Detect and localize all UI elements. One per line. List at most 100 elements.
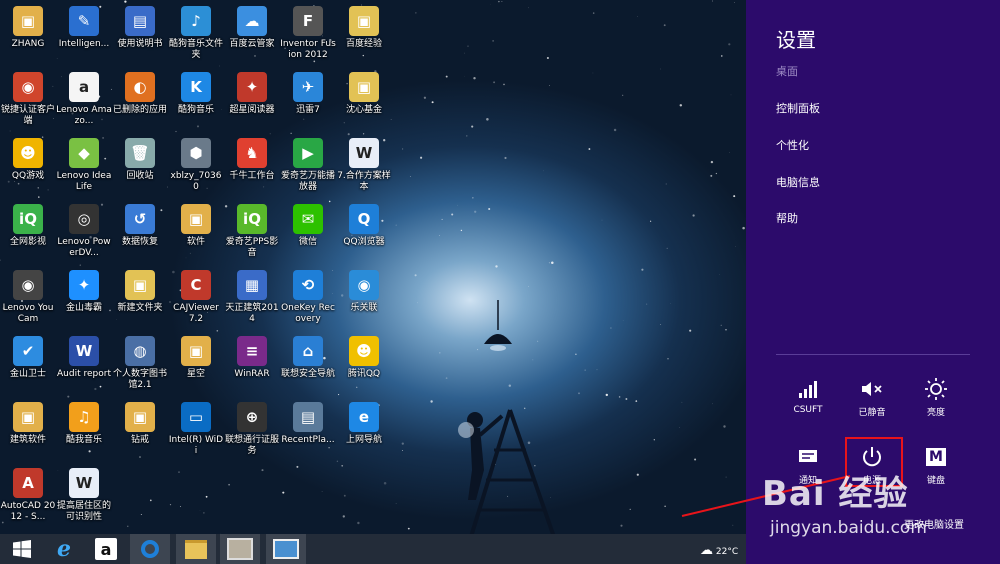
- star: [528, 7, 529, 9]
- desktop-icon[interactable]: A AutoCAD 2012 - S...: [0, 468, 56, 523]
- tile-volume[interactable]: 已静音: [842, 376, 902, 418]
- desktop-icon[interactable]: ☁ 百度云管家: [224, 6, 280, 50]
- desktop-icon[interactable]: ▤ 使用说明书: [112, 6, 168, 50]
- taskbar-ie-button[interactable]: e: [44, 534, 84, 564]
- app-icon: ▣: [125, 270, 155, 300]
- charm-subtitle: 桌面: [776, 65, 798, 78]
- app-icon: ↺: [125, 204, 155, 234]
- desktop-icon[interactable]: ✔ 金山卫士: [0, 336, 56, 380]
- desktop-icon[interactable]: ⬢ xblzy_70360: [168, 138, 224, 193]
- desktop-icon-label: 金山毒霸: [65, 303, 102, 313]
- desktop-icon[interactable]: ▣ 建筑软件: [0, 402, 56, 446]
- charm-item-pc-info[interactable]: 电脑信息: [776, 174, 820, 190]
- desktop-screen: ▣ ZHANG ✎ Intelligen... ▤ 使用说明书 ♪ 酷狗音乐文件夹 ☁ 百度云管家…: [0, 0, 1000, 564]
- taskbar-qq-browser-button[interactable]: [130, 534, 170, 564]
- desktop-icon-label: 爱奇艺万能播放器: [280, 171, 335, 192]
- desktop-icon[interactable]: 🗑 回收站: [112, 138, 168, 182]
- desktop-icon[interactable]: ↺ 数据恢复: [112, 204, 168, 248]
- desktop-icon[interactable]: ♞ 千牛工作台: [224, 138, 280, 182]
- desktop-icon[interactable]: ▣ 星空: [168, 336, 224, 380]
- star: [457, 204, 458, 206]
- star: [56, 58, 58, 59]
- app-icon: ▦: [237, 270, 267, 300]
- desktop-icon[interactable]: e 上网导航: [336, 402, 392, 446]
- desktop-icon[interactable]: a Lenovo Amazo...: [56, 72, 112, 127]
- charm-item-help[interactable]: 帮助: [776, 210, 798, 226]
- desktop-icon[interactable]: ⟲ OneKey Recovery: [280, 270, 336, 325]
- star: [127, 525, 129, 527]
- desktop-icon[interactable]: ✉ 微信: [280, 204, 336, 248]
- tile-label: 亮度: [926, 408, 945, 418]
- tile-keyboard[interactable]: M 键盘: [906, 444, 966, 486]
- app-icon: Q: [349, 204, 379, 234]
- desktop-icon[interactable]: ☻ QQ游戏: [0, 138, 56, 182]
- taskbar-explorer-button[interactable]: [176, 534, 216, 564]
- star: [498, 0, 500, 3]
- desktop-icon[interactable]: ✦ 超星阅读器: [224, 72, 280, 116]
- desktop-icon[interactable]: W 提高居住区的可识别性: [56, 468, 112, 523]
- desktop-icon[interactable]: iQ 全网影视: [0, 204, 56, 248]
- desktop-icon[interactable]: ◉ 锐捷认证客户端: [0, 72, 56, 127]
- app-icon: C: [181, 270, 211, 300]
- desktop-icon-label: 超星阅读器: [229, 105, 275, 115]
- taskbar-photo-button[interactable]: [220, 534, 260, 564]
- app-icon: W: [349, 138, 379, 168]
- desktop-icon[interactable]: ⌂ 联想安全导航: [280, 336, 336, 380]
- charm-item-personalize[interactable]: 个性化: [776, 137, 809, 153]
- desktop-icon[interactable]: ◐ 已删除的应用: [112, 72, 168, 116]
- star: [67, 395, 70, 398]
- desktop-icon[interactable]: ♫ 酷我音乐: [56, 402, 112, 446]
- desktop-icon[interactable]: ◎ Lenovo PowerDV...: [56, 204, 112, 259]
- app-icon: ✦: [237, 72, 267, 102]
- start-button[interactable]: [2, 534, 42, 564]
- star: [742, 226, 745, 230]
- desktop-icon[interactable]: ▣ 钻戒: [112, 402, 168, 446]
- star: [664, 505, 666, 507]
- desktop-icon[interactable]: Q QQ浏览器: [336, 204, 392, 248]
- desktop-icon[interactable]: F Inventor Fusion 2012: [280, 6, 336, 61]
- desktop-icon[interactable]: K 酷狗音乐: [168, 72, 224, 116]
- desktop-icon[interactable]: ▣ 百度经验: [336, 6, 392, 50]
- desktop-icon[interactable]: ▭ Intel(R) WiDi: [168, 402, 224, 457]
- desktop-icon[interactable]: ▤ RecentPla...: [280, 402, 336, 446]
- desktop-icon[interactable]: W 7.合作方案样本: [336, 138, 392, 193]
- desktop-icon[interactable]: ✈ 迅雷7: [280, 72, 336, 116]
- desktop-icon-label: 7.合作方案样本: [337, 171, 391, 192]
- desktop-icon[interactable]: ☻ 腾讯QQ: [336, 336, 392, 380]
- star: [665, 183, 667, 185]
- desktop-icon[interactable]: ◉ Lenovo YouCam: [0, 270, 56, 325]
- desktop-icon[interactable]: ▣ 新建文件夹: [112, 270, 168, 314]
- star: [189, 252, 191, 254]
- desktop-icon[interactable]: ▣ ZHANG: [0, 6, 56, 50]
- desktop-icon[interactable]: ◉ 乐关联: [336, 270, 392, 314]
- desktop-icon-label: 千牛工作台: [229, 171, 275, 181]
- star: [472, 197, 474, 199]
- desktop-icon[interactable]: ≡ WinRAR: [224, 336, 280, 380]
- taskbar-image-button[interactable]: [266, 534, 306, 564]
- tile-brightness[interactable]: 亮度: [906, 376, 966, 418]
- app-icon: ☻: [13, 138, 43, 168]
- tile-network[interactable]: CSUFT: [778, 376, 838, 415]
- desktop-icon[interactable]: ♪ 酷狗音乐文件夹: [168, 6, 224, 61]
- star: [712, 403, 713, 405]
- brightness-icon: [925, 378, 947, 400]
- desktop-icon[interactable]: ▣ 软件: [168, 204, 224, 248]
- desktop-icon[interactable]: iQ 爱奇艺PPS影音: [224, 204, 280, 259]
- desktop-icon[interactable]: C CAJViewer 7.2: [168, 270, 224, 325]
- star: [635, 400, 638, 402]
- desktop-icon[interactable]: W Audit report: [56, 336, 112, 380]
- desktop-icon[interactable]: ▣ 沈心基金: [336, 72, 392, 116]
- desktop-icon[interactable]: ✦ 金山毒霸: [56, 270, 112, 314]
- desktop-icon[interactable]: ▶ 爱奇艺万能播放器: [280, 138, 336, 193]
- star: [37, 187, 39, 189]
- desktop-icon[interactable]: ✎ Intelligen...: [56, 6, 112, 50]
- charm-item-control-panel[interactable]: 控制面板: [776, 100, 820, 116]
- star: [732, 524, 734, 526]
- desktop-icon[interactable]: ⊕ 联想通行证服务: [224, 402, 280, 457]
- taskbar-amazon-button[interactable]: a: [86, 534, 126, 564]
- star: [613, 128, 617, 132]
- system-tray-weather[interactable]: ☁ 22°C: [700, 543, 738, 558]
- desktop-icon[interactable]: ◍ 个人数字图书馆2.1: [112, 336, 168, 391]
- desktop-icon[interactable]: ◆ Lenovo IdeaLife: [56, 138, 112, 193]
- desktop-icon[interactable]: ▦ 天正建筑2014: [224, 270, 280, 325]
